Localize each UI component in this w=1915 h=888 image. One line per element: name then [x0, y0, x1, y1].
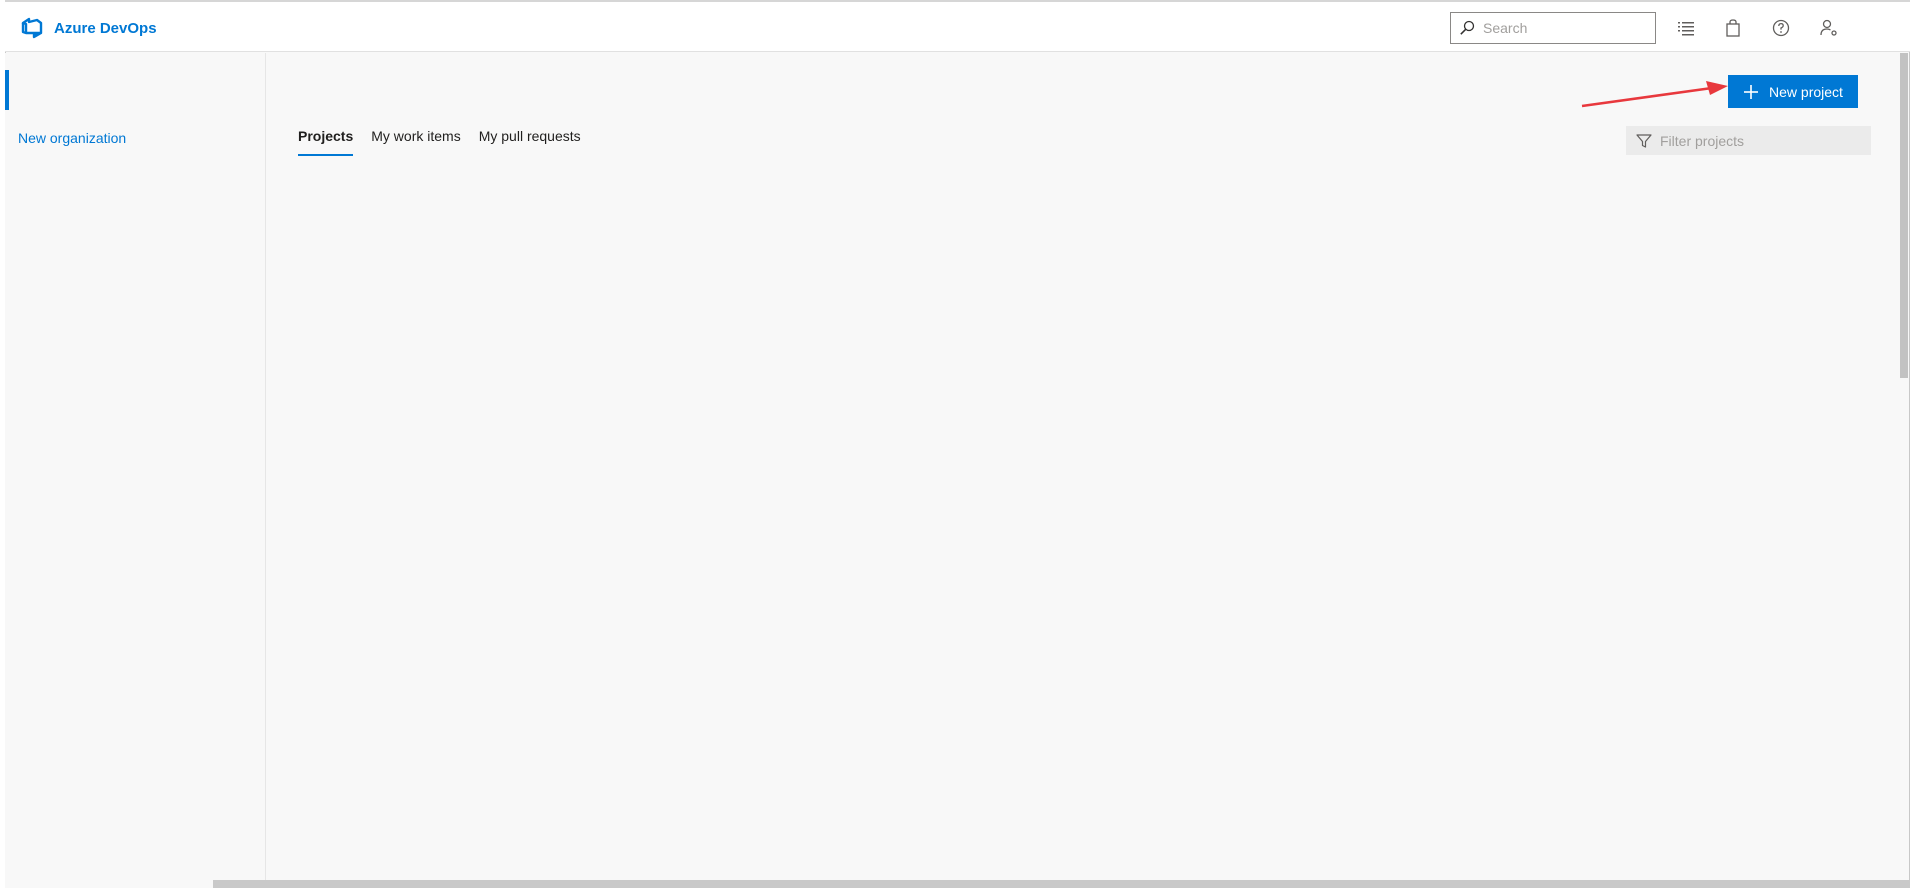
- filter-projects-input[interactable]: [1660, 132, 1860, 149]
- filter-icon: [1636, 133, 1652, 148]
- horizontal-scrollbar[interactable]: [213, 880, 1910, 888]
- filter-projects-box[interactable]: [1626, 126, 1871, 155]
- help-icon[interactable]: [1769, 16, 1793, 40]
- search-input[interactable]: [1483, 20, 1653, 36]
- list-icon[interactable]: [1674, 16, 1698, 40]
- plus-icon: [1744, 84, 1759, 99]
- sidebar: [5, 53, 265, 888]
- tab-projects[interactable]: Projects: [298, 128, 354, 156]
- azure-devops-logo-icon: [21, 17, 43, 39]
- user-settings-icon[interactable]: [1817, 16, 1841, 40]
- tab-my-pull-requests[interactable]: My pull requests: [479, 128, 581, 156]
- search-box[interactable]: [1450, 12, 1656, 44]
- vertical-scrollbar[interactable]: [1900, 53, 1908, 378]
- sidebar-divider: [265, 53, 266, 888]
- app-frame: [5, 0, 1910, 888]
- new-project-label: New project: [1769, 83, 1843, 100]
- new-organization-link[interactable]: New organization: [18, 130, 126, 146]
- tab-bar: Projects My work items My pull requests: [298, 128, 581, 156]
- brand[interactable]: Azure DevOps: [20, 15, 157, 41]
- new-project-button[interactable]: New project: [1728, 75, 1858, 108]
- tab-my-work-items[interactable]: My work items: [371, 128, 460, 156]
- search-icon: [1460, 20, 1475, 35]
- annotation-arrow-icon: [1581, 81, 1728, 108]
- brand-name: Azure DevOps: [54, 19, 157, 37]
- shopping-bag-icon[interactable]: [1721, 16, 1745, 40]
- top-navigation-bar: Azure DevOps: [5, 0, 1910, 52]
- sidebar-selection-indicator: [5, 70, 9, 110]
